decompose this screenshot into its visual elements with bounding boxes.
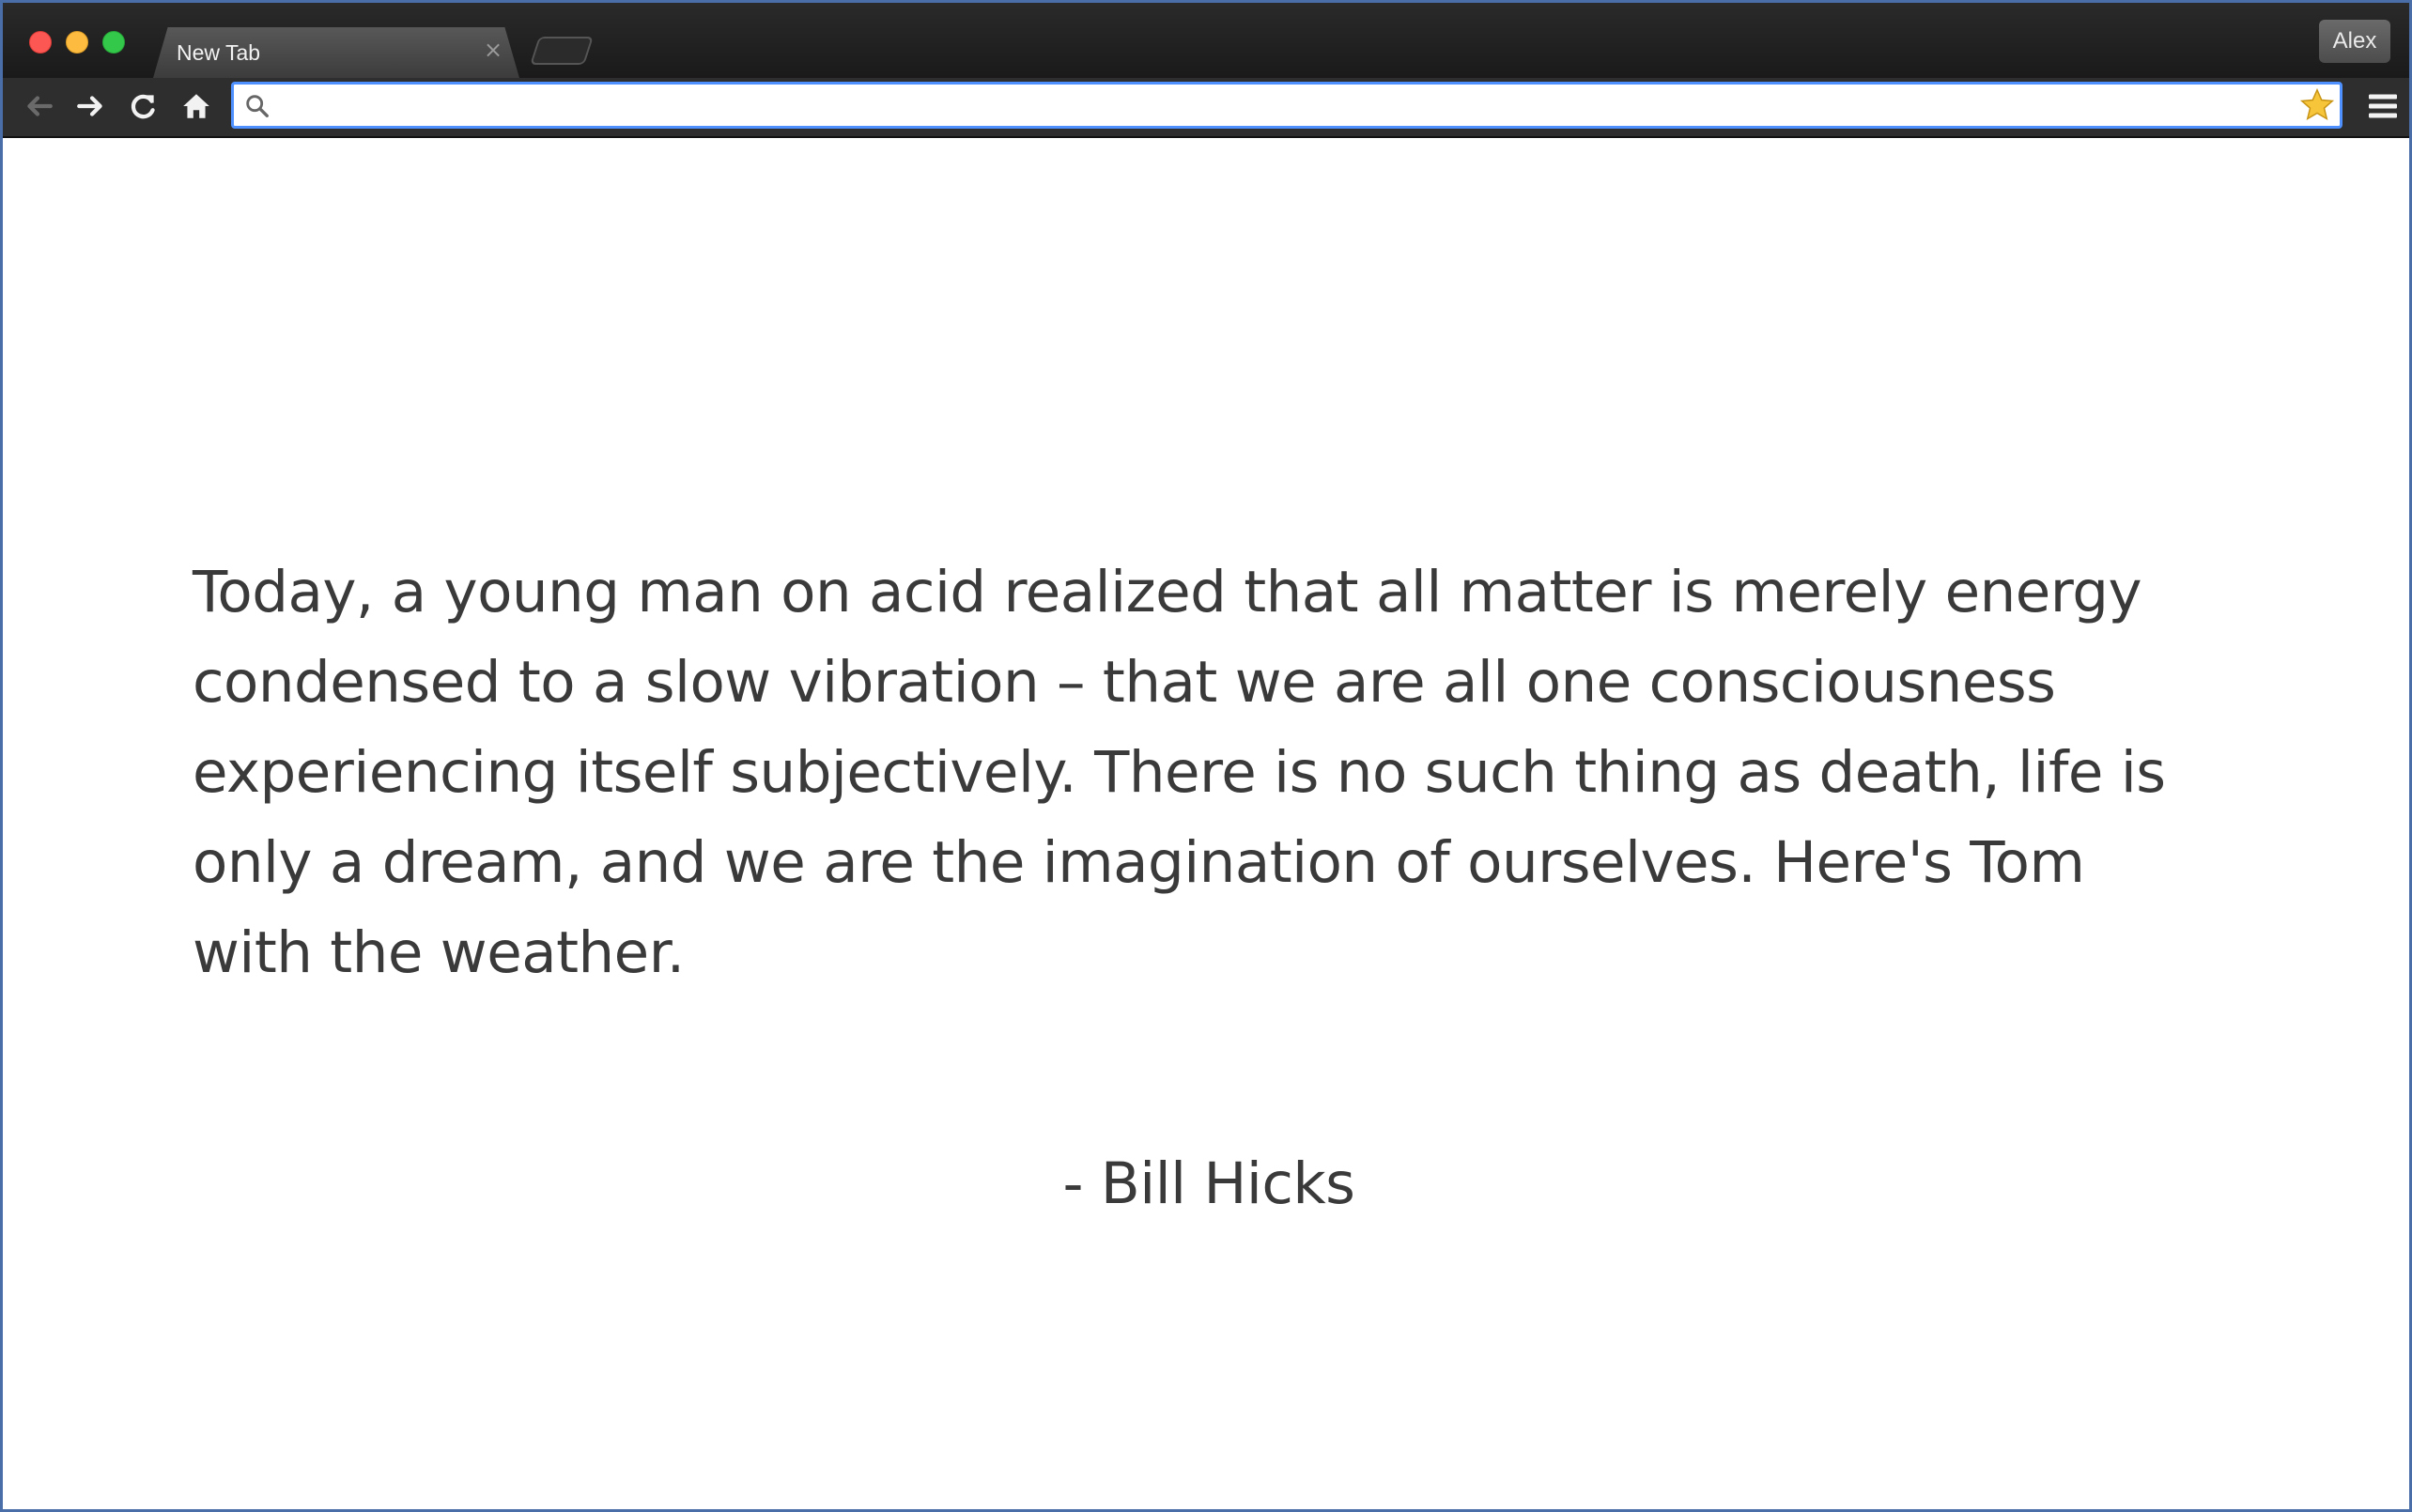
page-content: Today, a young man on acid realized that… xyxy=(3,138,2409,1509)
tab-strip: New Tab × Alex xyxy=(3,3,2409,78)
omnibox-input[interactable] xyxy=(283,88,2278,124)
toolbar xyxy=(3,78,2409,138)
close-window-button[interactable] xyxy=(29,31,52,54)
tab-close-icon[interactable]: × xyxy=(484,37,502,63)
quote-text: Today, a young man on acid realized that… xyxy=(193,559,2166,986)
reload-icon xyxy=(131,94,155,119)
back-button[interactable] xyxy=(18,85,59,127)
home-button[interactable] xyxy=(176,85,217,127)
home-icon xyxy=(183,94,209,118)
search-icon xyxy=(246,95,269,117)
back-icon xyxy=(27,96,53,116)
omnibox[interactable] xyxy=(231,82,2342,129)
forward-button[interactable] xyxy=(70,85,112,127)
minimize-window-button[interactable] xyxy=(66,31,88,54)
menu-icon[interactable] xyxy=(2364,87,2402,125)
forward-icon xyxy=(77,96,102,116)
profile-button[interactable]: Alex xyxy=(2319,20,2390,63)
new-tab-button[interactable] xyxy=(530,37,594,65)
tab-title: New Tab xyxy=(177,40,261,65)
reload-button[interactable] xyxy=(123,85,164,127)
quote-author: - Bill Hicks xyxy=(1062,1150,1355,1217)
browser-window: New Tab × Alex Today, a young man on aci… xyxy=(0,0,2412,1512)
zoom-window-button[interactable] xyxy=(102,31,125,54)
bookmark-star-icon[interactable] xyxy=(2298,86,2336,124)
